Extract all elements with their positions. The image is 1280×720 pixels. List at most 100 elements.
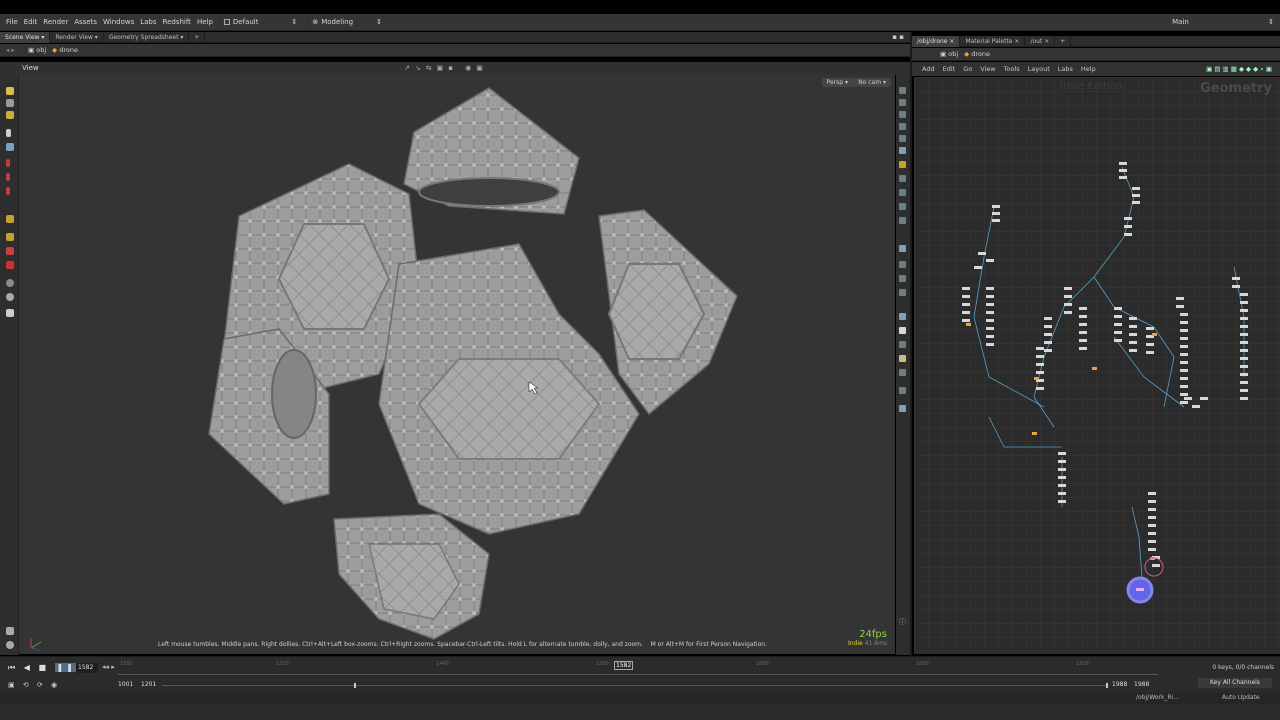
net-tool-icons[interactable]: ▣ ▤ ▥ ▦ ◆ ◆ ◆ ⌕ ▣ (1206, 65, 1280, 74)
net-menu-layout[interactable]: Layout (1028, 65, 1050, 73)
red-tool3-icon[interactable] (6, 187, 10, 195)
key-all-channels-button[interactable]: Key All Channels (1198, 678, 1272, 688)
net-menu-tools[interactable]: Tools (1004, 65, 1020, 73)
info-icon[interactable]: ⓘ (899, 617, 906, 626)
red-tool2-icon[interactable] (6, 173, 10, 181)
auto-update-button[interactable]: Auto Update (1222, 694, 1260, 701)
start-frame[interactable]: 1001 (118, 681, 133, 688)
display-option-icon[interactable] (899, 87, 906, 94)
net-menu-go[interactable]: Go (963, 65, 972, 73)
display-option-icon[interactable] (899, 341, 906, 348)
shelf-selector[interactable]: ⊕ Modeling ⇕ (307, 17, 386, 27)
net-menu-view[interactable]: View (980, 65, 995, 73)
menu-help[interactable]: Help (197, 18, 213, 26)
range-slider[interactable] (162, 683, 1108, 688)
menu-edit[interactable]: Edit (24, 18, 38, 26)
magnet-tool-icon[interactable] (6, 261, 14, 269)
net-menu-help[interactable]: Help (1081, 65, 1096, 73)
add-tab-button[interactable]: + (1055, 35, 1072, 47)
display-option-icon[interactable] (899, 369, 906, 376)
current-frame-field[interactable]: 1582 (76, 663, 98, 673)
select-tool-icon[interactable] (6, 87, 14, 95)
step-controls[interactable]: ◂◂ ▸ (102, 663, 115, 671)
camera-tool-icon[interactable] (6, 279, 14, 287)
move-tool-icon[interactable] (6, 99, 14, 107)
range-end-frame[interactable]: 1988 (1112, 681, 1127, 688)
tab-obj-drone[interactable]: /obj/drone × (912, 35, 961, 47)
pane-divider[interactable] (910, 32, 912, 656)
status-path[interactable]: /obj/Work_Ri... (1136, 694, 1179, 701)
left-path-bar: ◂ ▸ ▣ obj ◆ drone (0, 44, 910, 57)
pane-menu-icon[interactable]: ▪ ▪ (892, 33, 910, 41)
main-selector[interactable]: Main (1172, 18, 1262, 26)
rotate-tool-icon[interactable] (6, 111, 14, 119)
display-option-icon[interactable] (899, 275, 906, 282)
handle-tool-icon[interactable] (6, 143, 14, 151)
net-menu-labs[interactable]: Labs (1058, 65, 1073, 73)
display-option-icon[interactable] (899, 245, 906, 252)
network-editor[interactable]: Indie Edition Geometry (914, 77, 1280, 654)
range-handle-right[interactable] (1106, 683, 1108, 688)
display-option-icon[interactable] (899, 189, 906, 196)
light-tool-icon[interactable] (6, 293, 14, 301)
viewport-tools[interactable]: ↗↘⇆▣▪ ◉▣ (404, 64, 488, 72)
right-toolbar: ⓘ (896, 75, 910, 655)
display-option-icon[interactable] (899, 175, 906, 182)
tab-material-palette[interactable]: Material Palette × (960, 35, 1026, 47)
tab-geometry-spreadsheet[interactable]: Geometry Spreadsheet ▾ (104, 31, 190, 43)
view-label: View (22, 64, 39, 72)
tab-render-view[interactable]: Render View ▾ (50, 31, 104, 43)
display-option-icon[interactable] (899, 355, 906, 362)
display-option-icon[interactable] (899, 405, 906, 412)
display-option-icon[interactable] (899, 261, 906, 268)
display-option-icon[interactable] (899, 327, 906, 334)
range-handle-left[interactable] (354, 683, 356, 688)
display-option-icon[interactable] (899, 135, 906, 142)
end-frame[interactable]: 1988 (1134, 681, 1149, 688)
bottom-tool-icon[interactable] (6, 627, 14, 635)
display-option-icon[interactable] (899, 123, 906, 130)
status-bar: /obj/Work_Ri... Auto Update (0, 693, 1280, 704)
display-option-icon[interactable] (899, 387, 906, 394)
paint-tool-icon[interactable] (6, 215, 14, 223)
snap-tool-icon[interactable] (6, 309, 14, 317)
dropdown-icon[interactable]: ⇕ (1268, 18, 1280, 26)
tick-1560: 1560 (596, 661, 609, 667)
menu-windows[interactable]: Windows (103, 18, 134, 26)
display-option-icon[interactable] (899, 313, 906, 320)
menu-assets[interactable]: Assets (74, 18, 97, 26)
display-option-icon[interactable] (899, 289, 906, 296)
display-option-icon[interactable] (899, 217, 906, 224)
sculpt-tool-icon[interactable] (6, 247, 14, 255)
pointer-tool-icon[interactable] (6, 129, 11, 137)
net-menu-edit[interactable]: Edit (943, 65, 956, 73)
red-tool-icon[interactable] (6, 159, 10, 167)
menu-render[interactable]: Render (43, 18, 68, 26)
path-drone[interactable]: ◆ drone (964, 50, 990, 58)
timeline-track[interactable]: 1201 1320 1440 1560 1680 1800 1920 1582 (118, 661, 1158, 675)
path-obj[interactable]: ▣ obj (28, 46, 46, 54)
current-frame-marker[interactable]: 1582 (614, 661, 634, 670)
net-menu-add[interactable]: Add (922, 65, 935, 73)
path-drone[interactable]: ◆ drone (52, 46, 78, 54)
scene-viewport[interactable]: Persp ▾ No cam ▾ Left mouse tumbles. Mid… (19, 74, 895, 654)
brush-tool-icon[interactable] (6, 233, 14, 241)
range-controls[interactable]: ▣ ⟲ ⟳ ◉ (8, 681, 60, 689)
right-path-bar: ▣ obj ◆ drone (912, 48, 1280, 61)
display-option-icon[interactable] (899, 99, 906, 106)
range-start-frame[interactable]: 1201 (141, 681, 156, 688)
tab-out[interactable]: /out × (1025, 35, 1056, 47)
add-tab-button[interactable]: + (189, 31, 206, 43)
menu-file[interactable]: File (6, 18, 18, 26)
path-obj[interactable]: ▣ obj (940, 50, 958, 58)
bottom-tool2-icon[interactable] (6, 641, 14, 649)
display-option-icon[interactable] (899, 147, 906, 154)
desktop-selector[interactable]: Default ⇕ (218, 17, 301, 27)
display-option-icon[interactable] (899, 111, 906, 118)
back-icon[interactable]: ◂ ▸ (6, 46, 15, 54)
menu-redshift[interactable]: Redshift (163, 18, 191, 26)
tab-scene-view[interactable]: Scene View ▾ (0, 31, 51, 43)
menu-labs[interactable]: Labs (140, 18, 156, 26)
display-option-icon[interactable] (899, 203, 906, 210)
display-option-icon[interactable] (899, 161, 906, 168)
